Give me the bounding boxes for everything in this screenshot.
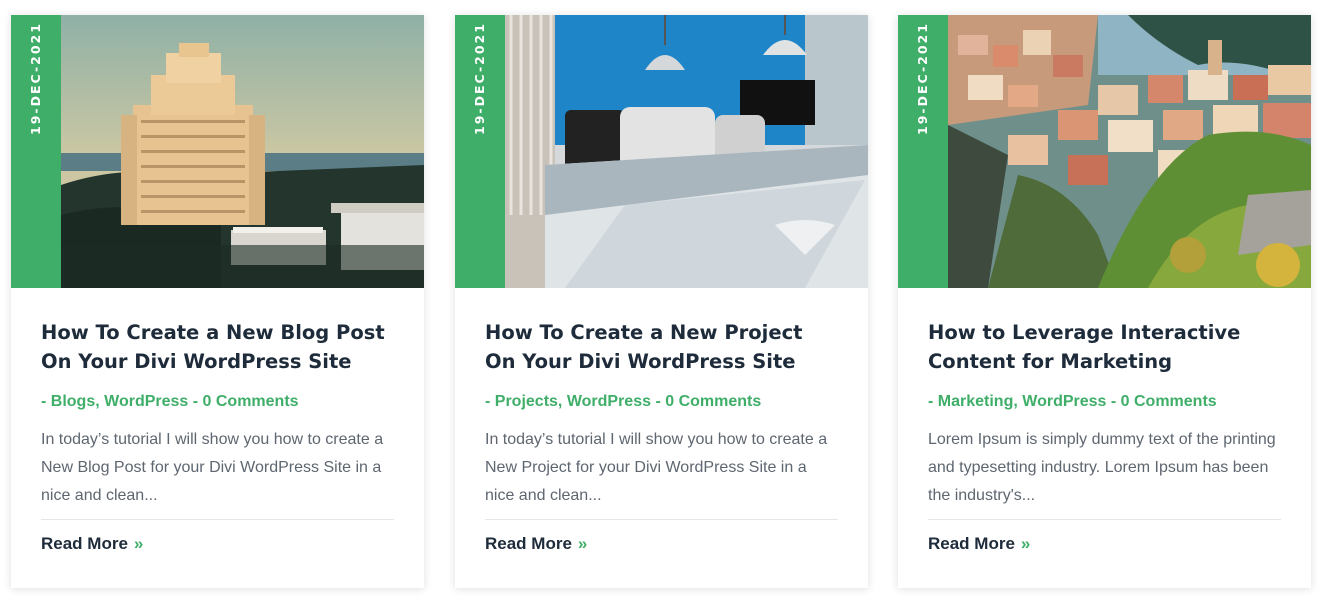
post-thumbnail-village[interactable]	[948, 15, 1311, 288]
read-more-label: Read More	[928, 534, 1015, 553]
post-date: 19-DEC-2021	[472, 22, 487, 135]
read-more-link[interactable]: Read More »	[485, 533, 587, 555]
date-ribbon: 19-DEC-2021	[898, 15, 948, 288]
post-excerpt: In today’s tutorial I will show you how …	[485, 431, 828, 504]
meta-separator: ,	[1013, 393, 1023, 410]
comments-link[interactable]: 0 Comments	[1121, 393, 1217, 410]
meta-separator: ,	[557, 393, 567, 410]
meta-separator: -	[188, 393, 203, 410]
post-title[interactable]: How To Create a New Project On Your Divi…	[485, 318, 838, 376]
meta-prefix: -	[485, 393, 495, 410]
category-link[interactable]: Projects	[495, 393, 558, 410]
post-meta: - Blogs, WordPress - 0 Comments	[41, 392, 394, 412]
post-title[interactable]: How To Create a New Blog Post On Your Di…	[41, 318, 394, 376]
comments-link[interactable]: 0 Comments	[203, 393, 299, 410]
category-link[interactable]: Blogs	[51, 393, 95, 410]
category-link[interactable]: WordPress	[567, 393, 651, 410]
post-excerpt: Lorem Ipsum is simply dummy text of the …	[928, 431, 1276, 504]
meta-prefix: -	[41, 393, 51, 410]
category-link[interactable]: WordPress	[104, 393, 188, 410]
blog-card: 19-DEC-2021	[455, 15, 868, 588]
comments-link[interactable]: 0 Comments	[665, 393, 761, 410]
meta-prefix: -	[928, 393, 938, 410]
category-link[interactable]: Marketing	[938, 393, 1014, 410]
date-ribbon: 19-DEC-2021	[455, 15, 505, 288]
meta-separator: -	[651, 393, 666, 410]
read-more-link[interactable]: Read More »	[41, 533, 143, 555]
post-thumbnail-hotel[interactable]	[61, 15, 424, 288]
category-link[interactable]: WordPress	[1022, 393, 1106, 410]
double-chevron-right-icon: »	[133, 534, 144, 553]
meta-separator: ,	[95, 393, 105, 410]
post-excerpt: In today’s tutorial I will show you how …	[41, 431, 384, 504]
read-more-label: Read More	[485, 534, 572, 553]
hotel-resort-image	[61, 15, 424, 288]
post-date: 19-DEC-2021	[915, 22, 930, 135]
coastal-village-image	[948, 15, 1311, 288]
read-more-label: Read More	[41, 534, 128, 553]
office-meeting-room-image	[505, 15, 868, 288]
post-thumbnail-office[interactable]	[505, 15, 868, 288]
double-chevron-right-icon: »	[577, 534, 588, 553]
meta-separator: -	[1106, 393, 1121, 410]
date-ribbon: 19-DEC-2021	[11, 15, 61, 288]
blog-card: 19-DEC-2021	[11, 15, 424, 588]
post-title[interactable]: How to Leverage Interactive Content for …	[928, 318, 1281, 376]
divider	[928, 519, 1281, 520]
divider	[485, 519, 838, 520]
double-chevron-right-icon: »	[1020, 534, 1031, 553]
read-more-link[interactable]: Read More »	[928, 533, 1030, 555]
blog-card: 19-DEC-2021	[898, 15, 1311, 588]
post-date: 19-DEC-2021	[28, 22, 43, 135]
post-meta: - Marketing, WordPress - 0 Comments	[928, 392, 1281, 412]
post-meta: - Projects, WordPress - 0 Comments	[485, 392, 838, 412]
divider	[41, 519, 394, 520]
